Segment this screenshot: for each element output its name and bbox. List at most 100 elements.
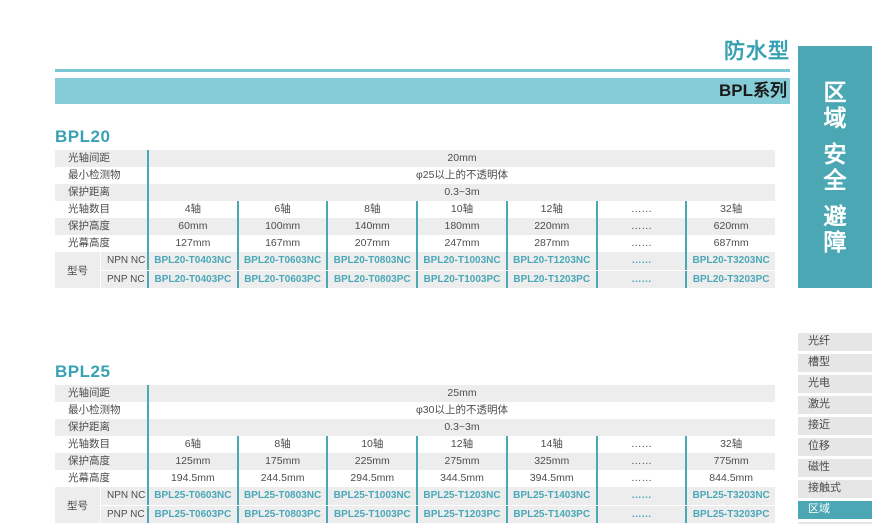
- spec-value: 20mm: [147, 150, 775, 167]
- spec-label: 保护距离: [55, 419, 147, 436]
- spec-row: 保护距离 0.3~3m: [55, 419, 775, 436]
- series-bar: BPL系列: [55, 78, 790, 104]
- banner-char: 全: [824, 167, 847, 193]
- sidebar-item-displacement[interactable]: 位移: [798, 438, 872, 456]
- model-number: BPL25-T1203PC: [416, 506, 506, 523]
- spec-value: 6轴: [237, 201, 327, 218]
- spec-value: ……: [596, 218, 686, 235]
- model-variant-label: NPN NC: [100, 252, 147, 270]
- model-number: BPL20-T3203NC: [685, 252, 775, 270]
- spec-row: 光幕高度 194.5mm 244.5mm 294.5mm 344.5mm 394…: [55, 470, 775, 487]
- spec-value: 0.3~3m: [147, 419, 775, 436]
- model-number: BPL20-T3203PC: [685, 271, 775, 288]
- spec-value: 0.3~3m: [147, 184, 775, 201]
- spec-value: 60mm: [147, 218, 237, 235]
- model-row-pnp: PNP NC BPL20-T0403PC BPL20-T0603PC BPL20…: [100, 270, 775, 288]
- spec-value: 25mm: [147, 385, 775, 402]
- model-number: BPL25-T0803NC: [237, 487, 327, 505]
- sidebar-item-area[interactable]: 区域: [798, 501, 872, 519]
- model-number: ……: [596, 252, 686, 270]
- model-number: BPL25-T1003PC: [326, 506, 416, 523]
- spec-value: 167mm: [237, 235, 327, 252]
- spec-label: 保护高度: [55, 218, 147, 235]
- spec-row: 光轴数目 6轴 8轴 10轴 12轴 14轴 …… 32轴: [55, 436, 775, 453]
- product-section-bpl25: BPL25 光轴间距 25mm 最小检测物 φ30以上的不透明体 保护距离 0.…: [55, 363, 775, 523]
- spec-value: 12轴: [506, 201, 596, 218]
- sidebar-item-magnetic[interactable]: 磁性: [798, 459, 872, 477]
- header-rule: [55, 69, 790, 72]
- model-number: BPL20-T0603PC: [237, 271, 327, 288]
- spec-value: 394.5mm: [506, 470, 596, 487]
- spec-value: 32轴: [685, 436, 775, 453]
- model-number: BPL25-T1403NC: [506, 487, 596, 505]
- model-number: ……: [596, 271, 686, 288]
- model-number: BPL25-T0603NC: [147, 487, 237, 505]
- sidebar-item-slot[interactable]: 槽型: [798, 354, 872, 372]
- model-number: BPL20-T0403PC: [147, 271, 237, 288]
- spec-label: 保护距离: [55, 184, 147, 201]
- spec-value: 12轴: [416, 436, 506, 453]
- model-number: BPL20-T1003PC: [416, 271, 506, 288]
- model-group: 型号 NPN NC BPL25-T0603NC BPL25-T0803NC BP…: [55, 487, 775, 523]
- spec-row: 保护高度 60mm 100mm 140mm 180mm 220mm …… 620…: [55, 218, 775, 235]
- spec-value: 175mm: [237, 453, 327, 470]
- spec-value: 125mm: [147, 453, 237, 470]
- sidebar-item-contact[interactable]: 接触式: [798, 480, 872, 498]
- spec-value: 287mm: [506, 235, 596, 252]
- spec-value: 220mm: [506, 218, 596, 235]
- spec-value: 6轴: [147, 436, 237, 453]
- spec-value: ……: [596, 470, 686, 487]
- model-number: BPL20-T0803NC: [326, 252, 416, 270]
- sidebar-item-fiber[interactable]: 光纤: [798, 333, 872, 351]
- model-number: ……: [596, 487, 686, 505]
- product-section-bpl20: BPL20 光轴间距 20mm 最小检测物 φ25以上的不透明体 保护距离 0.…: [55, 128, 775, 288]
- spec-label: 光轴数目: [55, 201, 147, 218]
- spec-value: ……: [596, 453, 686, 470]
- page-type-heading: 防水型: [55, 35, 790, 65]
- spec-value: 140mm: [326, 218, 416, 235]
- spec-row: 保护高度 125mm 175mm 225mm 275mm 325mm …… 77…: [55, 453, 775, 470]
- banner-char: 障: [824, 229, 847, 255]
- model-variant-label: PNP NC: [100, 271, 147, 288]
- spec-value: 14轴: [506, 436, 596, 453]
- spec-row: 光轴间距 20mm: [55, 150, 775, 167]
- spec-value: 32轴: [685, 201, 775, 218]
- catalog-page: 防水型 BPL系列 BPL20 光轴间距 20mm 最小检测物 φ25以上的不透…: [0, 0, 872, 523]
- spec-value: 8轴: [237, 436, 327, 453]
- spec-label: 光幕高度: [55, 470, 147, 487]
- spec-row: 光幕高度 127mm 167mm 207mm 247mm 287mm …… 68…: [55, 235, 775, 252]
- spec-label: 光轴间距: [55, 150, 147, 167]
- spec-label: 最小检测物: [55, 167, 147, 184]
- model-number: BPL25-T3203NC: [685, 487, 775, 505]
- category-banner: 区 域 安 全 避 障: [798, 46, 872, 288]
- model-rows: NPN NC BPL25-T0603NC BPL25-T0803NC BPL25…: [100, 487, 775, 523]
- banner-char: 区: [824, 79, 847, 105]
- model-rows: NPN NC BPL20-T0403NC BPL20-T0603NC BPL20…: [100, 252, 775, 288]
- model-number: BPL25-T1203NC: [416, 487, 506, 505]
- spec-row: 保护距离 0.3~3m: [55, 184, 775, 201]
- spec-table-bpl20: 光轴间距 20mm 最小检测物 φ25以上的不透明体 保护距离 0.3~3m 光…: [55, 150, 775, 288]
- model-number: BPL25-T1003NC: [326, 487, 416, 505]
- sidebar-item-proximity[interactable]: 接近: [798, 417, 872, 435]
- banner-char: 域: [824, 105, 847, 131]
- model-number: BPL25-T1403PC: [506, 506, 596, 523]
- sidebar-item-photoelectric[interactable]: 光电: [798, 375, 872, 393]
- spec-label: 光轴数目: [55, 436, 147, 453]
- product-title: BPL20: [55, 128, 775, 145]
- spec-table-bpl25: 光轴间距 25mm 最小检测物 φ30以上的不透明体 保护距离 0.3~3m 光…: [55, 385, 775, 523]
- spec-value: 127mm: [147, 235, 237, 252]
- spec-value: 180mm: [416, 218, 506, 235]
- sidebar-item-laser[interactable]: 激光: [798, 396, 872, 414]
- model-number: BPL20-T1203PC: [506, 271, 596, 288]
- model-number: BPL20-T0603NC: [237, 252, 327, 270]
- spec-value: 207mm: [326, 235, 416, 252]
- spec-value: 194.5mm: [147, 470, 237, 487]
- spec-row: 最小检测物 φ25以上的不透明体: [55, 167, 775, 184]
- spec-row: 最小检测物 φ30以上的不透明体: [55, 402, 775, 419]
- model-row-pnp: PNP NC BPL25-T0603PC BPL25-T0803PC BPL25…: [100, 505, 775, 523]
- spec-value: ……: [596, 436, 686, 453]
- product-title: BPL25: [55, 363, 775, 380]
- spec-row: 光轴间距 25mm: [55, 385, 775, 402]
- model-row-npn: NPN NC BPL20-T0403NC BPL20-T0603NC BPL20…: [100, 252, 775, 270]
- spec-value: 325mm: [506, 453, 596, 470]
